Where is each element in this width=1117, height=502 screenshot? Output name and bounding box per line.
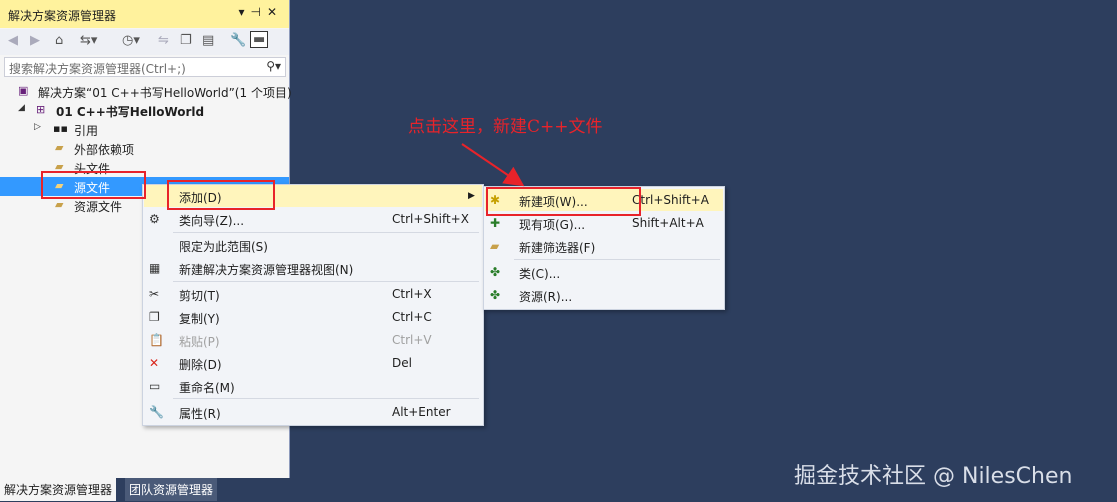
watermark: 掘金技术社区 @ NilesChen bbox=[794, 464, 1073, 489]
annotation-text: 点击这里，新建C++文件 bbox=[408, 117, 603, 137]
annotation-arrow bbox=[461, 143, 525, 187]
